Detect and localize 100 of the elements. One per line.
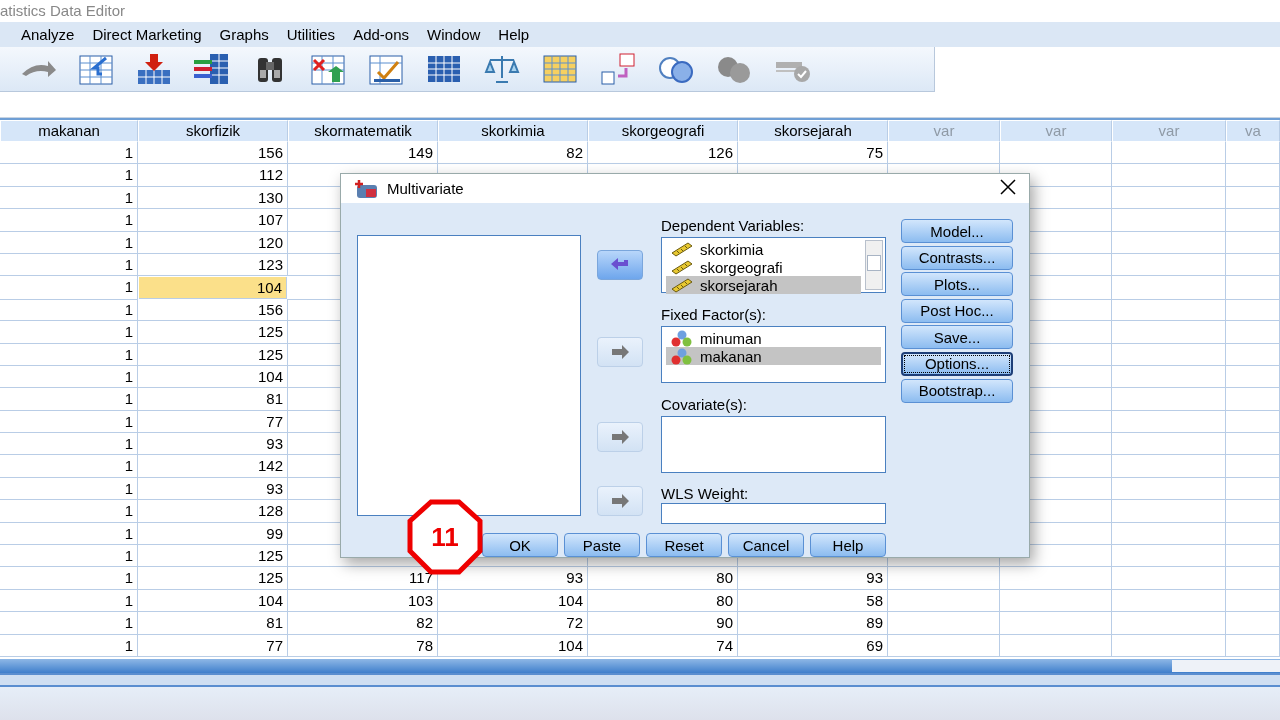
- dependent-variable-list[interactable]: skorkimia skorgeografi skorsejarah: [661, 237, 886, 293]
- menu-item[interactable]: Graphs: [210, 24, 278, 45]
- list-item[interactable]: minuman: [666, 329, 881, 347]
- table-cell[interactable]: 123: [138, 253, 288, 277]
- table-cell[interactable]: 1: [0, 545, 138, 568]
- table-cell[interactable]: 112: [138, 164, 288, 187]
- table-cell[interactable]: 126: [588, 142, 738, 165]
- table-cell[interactable]: [1226, 365, 1280, 389]
- dialog-button[interactable]: Plots...: [901, 272, 1013, 297]
- table-cell[interactable]: 77: [138, 410, 288, 434]
- table-cell[interactable]: 78: [288, 634, 438, 657]
- menu-item[interactable]: Direct Marketing: [83, 24, 211, 45]
- horizontal-scrollbar[interactable]: [0, 659, 1280, 673]
- table-cell[interactable]: 99: [138, 522, 288, 546]
- table-cell[interactable]: [1000, 589, 1112, 613]
- table-cell[interactable]: [1112, 589, 1226, 613]
- table-cell[interactable]: 1: [0, 589, 138, 613]
- table-cell[interactable]: 1: [0, 500, 138, 523]
- table-cell[interactable]: [1226, 634, 1280, 657]
- table-cell[interactable]: 1: [0, 567, 138, 590]
- table-cell[interactable]: [1112, 634, 1226, 657]
- table-cell[interactable]: 107: [138, 209, 288, 232]
- table-cell[interactable]: [888, 567, 1000, 590]
- table-cell[interactable]: 104: [438, 634, 588, 657]
- table-cell[interactable]: [1000, 142, 1112, 165]
- table-cell[interactable]: 1: [0, 298, 138, 322]
- table-cell[interactable]: 125: [138, 545, 288, 568]
- table-cell[interactable]: [1112, 477, 1226, 501]
- menu-item[interactable]: Window: [418, 24, 490, 45]
- menu-item[interactable]: Help: [489, 24, 539, 45]
- table-cell[interactable]: 125: [138, 343, 288, 366]
- table-cell[interactable]: [1226, 433, 1280, 456]
- list-item[interactable]: makanan: [666, 347, 881, 365]
- list-item[interactable]: skorsejarah: [666, 276, 861, 294]
- dialog-button[interactable]: Cancel: [728, 533, 804, 557]
- table-cell[interactable]: 1: [0, 164, 138, 187]
- column-header[interactable]: skorkimia: [438, 120, 588, 142]
- table-cell[interactable]: 104: [438, 589, 588, 613]
- table-cell[interactable]: 1: [0, 455, 138, 478]
- table-cell[interactable]: 82: [288, 612, 438, 635]
- menu-item[interactable]: Analyze: [12, 24, 84, 45]
- dialog-button[interactable]: Bootstrap...: [901, 378, 1013, 403]
- column-header[interactable]: skorgeografi: [588, 120, 738, 142]
- table-cell[interactable]: 1: [0, 343, 138, 366]
- dialog-button[interactable]: Save...: [901, 325, 1013, 350]
- table-cell[interactable]: 1: [0, 365, 138, 389]
- covariate-list[interactable]: [661, 416, 886, 473]
- table-cell[interactable]: [1112, 455, 1226, 478]
- table-arrow-icon[interactable]: [76, 52, 116, 86]
- table-cell[interactable]: [1112, 142, 1226, 165]
- table-cell[interactable]: 1: [0, 321, 138, 344]
- table-cell[interactable]: 1: [0, 612, 138, 635]
- table-cell[interactable]: [1226, 545, 1280, 568]
- table-cell[interactable]: [1226, 612, 1280, 635]
- weight-field[interactable]: [661, 503, 886, 524]
- table-cell[interactable]: 1: [0, 276, 138, 301]
- table-cell[interactable]: [1226, 186, 1280, 210]
- table-cell[interactable]: [1112, 209, 1226, 232]
- table-cell[interactable]: [1112, 321, 1226, 344]
- table-cell[interactable]: [1226, 343, 1280, 366]
- table-cell[interactable]: [1112, 500, 1226, 523]
- table-cell[interactable]: [1112, 343, 1226, 366]
- table-cell[interactable]: [1112, 365, 1226, 389]
- table-cell[interactable]: [1226, 209, 1280, 232]
- table-cell[interactable]: [1112, 164, 1226, 187]
- table-cell[interactable]: [1226, 321, 1280, 344]
- table-cell[interactable]: [1112, 433, 1226, 456]
- dialog-button[interactable]: Contrasts...: [901, 245, 1013, 270]
- table-cell[interactable]: [1112, 231, 1226, 254]
- table-cell[interactable]: 156: [138, 298, 288, 322]
- table-cell[interactable]: 93: [138, 477, 288, 501]
- list-item[interactable]: skorgeografi: [666, 258, 861, 276]
- table-cell[interactable]: 1: [0, 142, 138, 165]
- table-cell[interactable]: 120: [138, 231, 288, 254]
- highlighted-grid-icon[interactable]: [540, 52, 580, 86]
- table-cell[interactable]: [1226, 500, 1280, 523]
- dialog-button[interactable]: Post Hoc...: [901, 298, 1013, 323]
- table-cell[interactable]: [1112, 298, 1226, 322]
- table-cell[interactable]: [1226, 231, 1280, 254]
- menu-item[interactable]: Utilities: [277, 24, 345, 45]
- dialog-button[interactable]: Help: [810, 533, 886, 557]
- vertical-scrollbar[interactable]: [865, 240, 883, 290]
- table-cell[interactable]: 1: [0, 253, 138, 277]
- table-cell[interactable]: [1226, 477, 1280, 501]
- table-cell[interactable]: 89: [738, 612, 888, 635]
- table-cell[interactable]: [1226, 298, 1280, 322]
- dialog-button[interactable]: Paste: [564, 533, 640, 557]
- table-cell[interactable]: 90: [588, 612, 738, 635]
- table-cell[interactable]: 72: [438, 612, 588, 635]
- dialog-button[interactable]: Reset: [646, 533, 722, 557]
- table-cell[interactable]: 80: [588, 567, 738, 590]
- table-cell[interactable]: [1112, 186, 1226, 210]
- dialog-button[interactable]: Options...: [901, 351, 1013, 376]
- table-cell[interactable]: 104: [138, 589, 288, 613]
- table-cell[interactable]: [1226, 388, 1280, 411]
- table-cell[interactable]: 75: [738, 142, 888, 165]
- fixed-factor-list[interactable]: minuman makanan: [661, 326, 886, 383]
- table-cell[interactable]: [1000, 634, 1112, 657]
- table-cell[interactable]: [1226, 567, 1280, 590]
- table-cell[interactable]: [1112, 567, 1226, 590]
